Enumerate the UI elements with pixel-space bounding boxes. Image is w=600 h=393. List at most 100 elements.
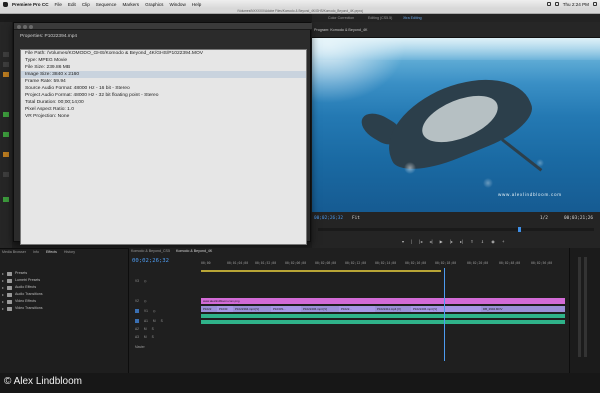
- folder-video-transitions[interactable]: Video Transitions: [2, 305, 43, 312]
- properties-list[interactable]: File Path: /Volumes/KOMODO_GHS/Komodo & …: [20, 49, 307, 245]
- mark-out-icon[interactable]: |: [411, 239, 412, 244]
- track-a1[interactable]: A1 M S: [135, 318, 163, 324]
- prop-line[interactable]: Pixel Aspect Ratio: 1.0: [21, 106, 306, 113]
- battery-icon[interactable]: [554, 2, 559, 6]
- track-a3[interactable]: A3 M S: [135, 334, 154, 340]
- disclosure-icon[interactable]: [2, 272, 4, 275]
- menu-window[interactable]: Window: [169, 2, 185, 7]
- menu-sequence[interactable]: Sequence: [96, 2, 117, 7]
- video-clip[interactable]: P1022406.mp4 [V]: [411, 306, 481, 312]
- menu-app-name[interactable]: Premiere Pro CC: [12, 2, 49, 7]
- work-area-bar[interactable]: [201, 270, 441, 272]
- close-icon[interactable]: [17, 24, 21, 29]
- spotlight-icon[interactable]: [593, 2, 597, 6]
- video-clip[interactable]: DB_2904.MOV: [481, 306, 565, 312]
- timeline-playhead[interactable]: [444, 268, 445, 361]
- play-icon[interactable]: ▶: [440, 239, 443, 244]
- folder-audio-effects[interactable]: Audio Effects: [2, 284, 43, 291]
- tab-info[interactable]: Info: [33, 250, 39, 254]
- video-clip[interactable]: P1022406.mp4 [V]: [301, 306, 339, 312]
- video-clip[interactable]: P1022411.mp4 [V]: [375, 306, 411, 312]
- solo-icon[interactable]: S: [152, 327, 154, 331]
- disclosure-icon[interactable]: [2, 293, 4, 296]
- apple-icon[interactable]: [3, 1, 8, 7]
- track-a2[interactable]: A2 M S: [135, 326, 154, 332]
- eye-icon[interactable]: ◎: [144, 299, 147, 303]
- video-clip[interactable]: P1022394.mp4 [V]: [233, 306, 271, 312]
- solo-icon[interactable]: S: [152, 335, 154, 339]
- track-v1[interactable]: V1 ◎: [135, 308, 156, 314]
- menu-help[interactable]: Help: [192, 2, 201, 7]
- audio-clip-a1[interactable]: [201, 314, 565, 318]
- go-to-out-icon[interactable]: ▸|: [460, 239, 463, 244]
- folder-presets[interactable]: Presets: [2, 270, 43, 277]
- timeline-timecode[interactable]: 00;02;26;32: [132, 258, 169, 264]
- video-clip[interactable]: P1022: [201, 306, 217, 312]
- disclosure-icon[interactable]: [2, 307, 4, 310]
- lift-icon[interactable]: ⇑: [470, 239, 474, 244]
- eye-icon[interactable]: ◎: [153, 309, 156, 313]
- tab-media-browser[interactable]: Media Browser: [2, 250, 26, 254]
- video-clip[interactable]: P1030S...: [271, 306, 301, 312]
- button-editor-icon[interactable]: +: [502, 239, 504, 244]
- audio-clip-a2[interactable]: [201, 320, 565, 324]
- track-v2[interactable]: V2 ◎: [135, 298, 147, 304]
- prop-line[interactable]: File Path: /Volumes/KOMODO_GHS/Komodo & …: [21, 50, 306, 57]
- menubar-clock[interactable]: Thu 2:24 PM: [563, 2, 589, 7]
- program-current-tc[interactable]: 00;02;26;32: [314, 216, 343, 221]
- menu-markers[interactable]: Markers: [122, 2, 139, 7]
- minimize-icon[interactable]: [23, 24, 27, 29]
- mute-icon[interactable]: M: [144, 327, 147, 331]
- tab-sequence-cs5[interactable]: Komodo & Beyond_CS5: [131, 249, 170, 253]
- go-to-in-icon[interactable]: |◂: [419, 239, 422, 244]
- export-frame-icon[interactable]: ◉: [491, 239, 495, 244]
- program-fit-select[interactable]: Fit: [352, 216, 360, 221]
- folder-video-effects[interactable]: Video Effects: [2, 298, 43, 305]
- menu-edit[interactable]: Edit: [68, 2, 76, 7]
- tab-history[interactable]: History: [64, 250, 75, 254]
- prop-line[interactable]: Total Duration: 00;00;14;00: [21, 99, 306, 106]
- prop-line-selected[interactable]: Image Size: 3840 x 2160: [21, 71, 306, 78]
- prop-line[interactable]: Frame Rate: 59.94: [21, 78, 306, 85]
- prop-line[interactable]: Project Audio Format: 48000 Hz - 32 bit …: [21, 92, 306, 99]
- menu-file[interactable]: File: [55, 2, 62, 7]
- eye-icon[interactable]: ◎: [144, 279, 147, 283]
- disclosure-icon[interactable]: [2, 300, 4, 303]
- mute-icon[interactable]: M: [144, 335, 147, 339]
- folder-lumetri[interactable]: Lumetri Presets: [2, 277, 43, 284]
- zoom-icon[interactable]: [29, 24, 33, 29]
- program-label[interactable]: Program: Komodo & Beyond_4K: [314, 28, 368, 32]
- workspace-xtra-editing[interactable]: Xtra Editing: [403, 14, 422, 22]
- track-v3[interactable]: V3 ◎: [135, 278, 147, 284]
- tab-sequence-4k[interactable]: Komodo & Beyond_4K: [176, 249, 212, 253]
- track-master[interactable]: Master: [135, 344, 145, 350]
- workspace-color[interactable]: Color Correction: [328, 14, 354, 22]
- mark-in-icon[interactable]: ▾: [402, 239, 404, 244]
- solo-icon[interactable]: S: [161, 319, 163, 323]
- tab-effects[interactable]: Effects: [46, 250, 57, 254]
- prop-line[interactable]: Source Audio Format: 48000 Hz - 16 bit -…: [21, 85, 306, 92]
- wifi-icon[interactable]: [546, 2, 551, 6]
- video-clip[interactable]: P1030: [217, 306, 233, 312]
- disclosure-icon[interactable]: [2, 286, 4, 289]
- menu-graphics[interactable]: Graphics: [145, 2, 163, 7]
- disclosure-icon[interactable]: [2, 279, 4, 282]
- prop-line[interactable]: Type: MPEG Movie: [21, 57, 306, 64]
- folder-audio-transitions[interactable]: Audio Transitions: [2, 291, 43, 298]
- playhead-marker[interactable]: [518, 227, 521, 232]
- mute-icon[interactable]: M: [153, 319, 156, 323]
- prop-line[interactable]: File Size: 239.86 MB: [21, 64, 306, 71]
- target-icon[interactable]: [135, 309, 139, 313]
- menu-clip[interactable]: Clip: [82, 2, 90, 7]
- workspace-editing-cs55[interactable]: Editing (CS5.5): [368, 14, 392, 22]
- target-icon[interactable]: [135, 319, 139, 323]
- folder-icon: [7, 278, 12, 283]
- prop-line[interactable]: VR Projection: None: [21, 113, 306, 120]
- program-quality-select[interactable]: 1/2: [540, 216, 548, 221]
- extract-icon[interactable]: ⇓: [481, 239, 485, 244]
- program-scrubber[interactable]: [318, 227, 594, 232]
- graphic-clip[interactable]: www.alexlindbloom.com.png: [201, 298, 565, 304]
- step-forward-icon[interactable]: |▸: [450, 239, 453, 244]
- video-clip[interactable]: P1022...: [339, 306, 375, 312]
- step-back-icon[interactable]: ◂|: [429, 239, 432, 244]
